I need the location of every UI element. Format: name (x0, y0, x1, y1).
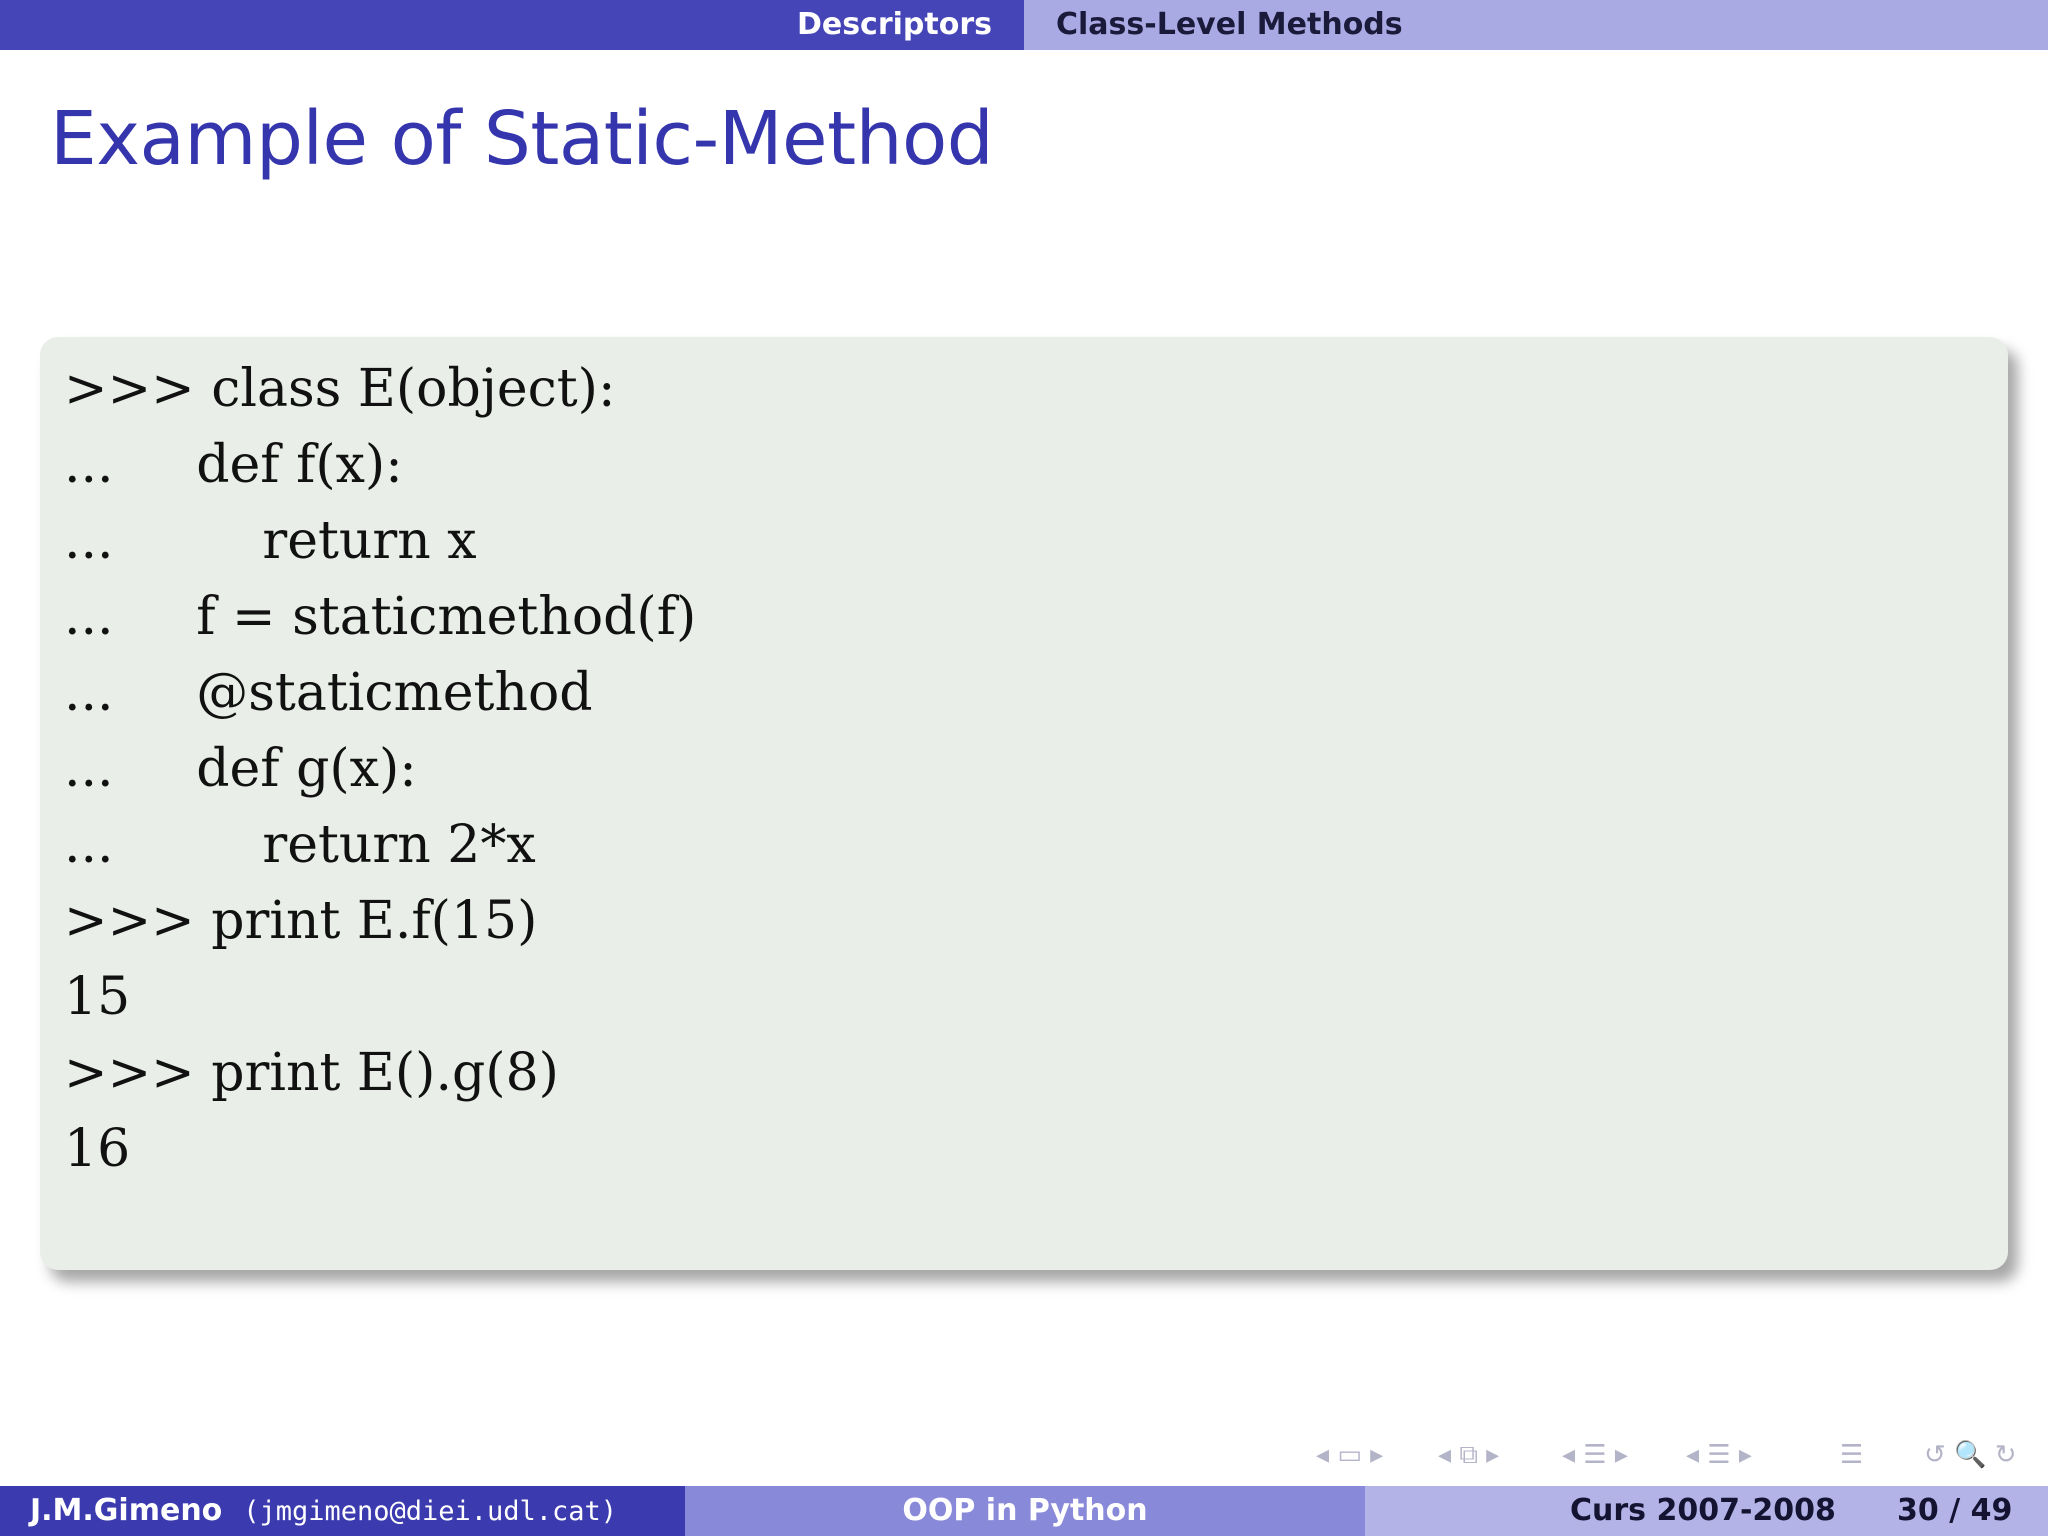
code-line: 16 (64, 1119, 131, 1179)
code-line: ... @staticmethod (64, 663, 593, 723)
code-line: ... return 2*x (64, 815, 536, 875)
search-undo-icon[interactable]: ↺ 🔍 ↻ (1924, 1430, 2016, 1480)
code-line: ... def f(x): (64, 435, 403, 495)
subsection-nav-icon[interactable]: ◂ ⧉ ▸ (1438, 1430, 1499, 1480)
frame-nav-icon[interactable]: ◂ ▭ ▸ (1316, 1430, 1383, 1480)
code-line: ... f = staticmethod(f) (64, 587, 697, 647)
section-nav-icon[interactable]: ◂ ☰ ▸ (1562, 1430, 1628, 1480)
footer-page-number: 30 / 49 (1897, 1493, 2013, 1528)
subsection-list-nav-icon[interactable]: ◂ ☰ ▸ (1686, 1430, 1752, 1480)
footer-bar: J.M.Gimeno (jmgimeno@diei.udl.cat) OOP i… (0, 1486, 2048, 1536)
footer-course: Curs 2007-2008 (1570, 1493, 1836, 1528)
author-name: J.M.Gimeno (30, 1493, 223, 1528)
code-line: ... return x (64, 511, 477, 571)
author-email: (jmgimeno@diei.udl.cat) (243, 1496, 618, 1527)
code-block: >>> class E(object): ... def f(x): ... r… (40, 337, 2008, 1270)
code-line: >>> print E().g(8) (64, 1043, 559, 1103)
code-line: >>> print E.f(15) (64, 891, 538, 951)
toc-icon[interactable]: ☰ (1840, 1430, 1863, 1480)
top-navigation-bar: Descriptors Class-Level Methods (0, 0, 2048, 50)
code-line: ... def g(x): (64, 739, 417, 799)
slide-title: Example of Static-Method (50, 96, 994, 182)
code-line: >>> class E(object): (64, 359, 616, 419)
footer-talk-title: OOP in Python (902, 1493, 1148, 1528)
section-link-descriptors[interactable]: Descriptors (797, 0, 992, 50)
subsection-link-class-level-methods[interactable]: Class-Level Methods (1056, 0, 1403, 50)
code-line: 15 (64, 967, 131, 1027)
footer-author: J.M.Gimeno (jmgimeno@diei.udl.cat) (30, 1486, 617, 1536)
